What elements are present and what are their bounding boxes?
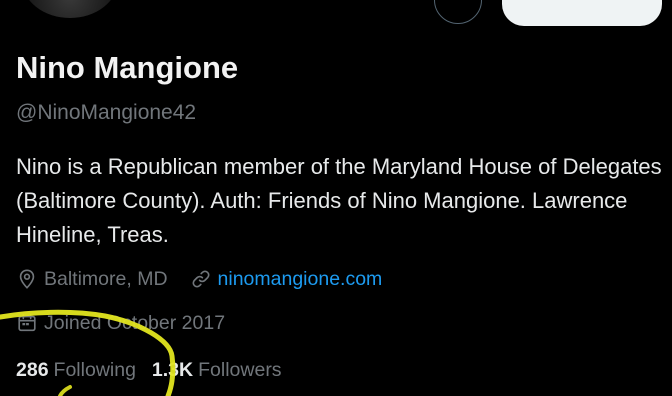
more-options-button[interactable]: [434, 0, 482, 24]
followers-count: 1.3K: [151, 358, 194, 381]
profile-handle: @NinoMangione42: [16, 101, 197, 124]
link-icon: [192, 270, 210, 288]
joined-item: Joined October 2017: [16, 308, 225, 338]
following-count: 286: [16, 358, 49, 381]
location-item: Baltimore, MD: [16, 268, 168, 291]
location-pin-icon: [19, 269, 35, 289]
avatar[interactable]: [22, 0, 118, 18]
followers-label: Followers: [198, 358, 282, 381]
website-link[interactable]: ninomangione.com: [218, 268, 383, 291]
follow-button[interactable]: [502, 0, 662, 26]
follow-stats: 286 Following 1.3K Followers: [16, 355, 282, 385]
following-stat[interactable]: 286 Following: [16, 359, 136, 382]
website-item[interactable]: ninomangione.com: [190, 268, 383, 291]
joined-wrapper: Joined October 2017: [16, 312, 225, 335]
location-text: Baltimore, MD: [44, 267, 168, 290]
joined-date: Joined October 2017: [44, 311, 226, 334]
display-name: Nino Mangione: [16, 50, 239, 85]
profile-meta-row: Baltimore, MD ninomangione.com: [16, 264, 382, 294]
profile-bio: Nino is a Republican member of the Maryl…: [16, 154, 662, 247]
followers-stat[interactable]: 1.3K Followers: [152, 359, 282, 382]
following-label: Following: [53, 358, 136, 381]
calendar-icon: [18, 313, 36, 332]
